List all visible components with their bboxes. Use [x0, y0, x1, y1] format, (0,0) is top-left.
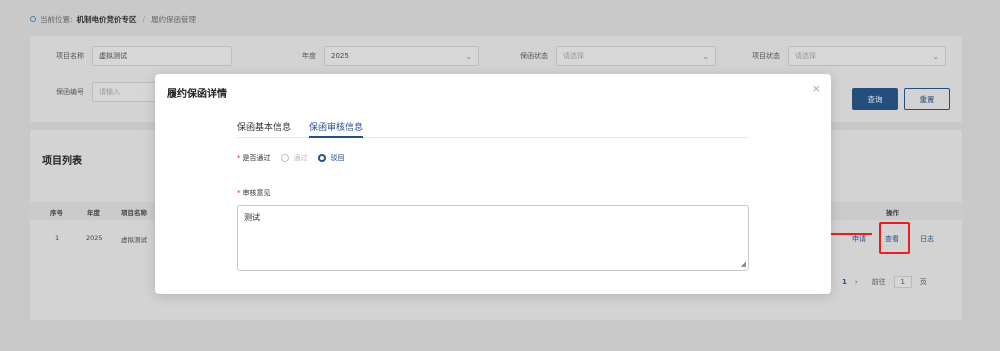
project-status-field: 项目状态 请选择 ⌄: [752, 46, 946, 66]
radio-reject[interactable]: 驳回: [317, 153, 345, 163]
row-name: 虚拟测试: [121, 236, 147, 244]
guarantee-no-placeholder: 请输入: [99, 88, 120, 96]
goto-label: 前往: [871, 278, 886, 286]
dialog-tabs: 保函基本信息 保函审核信息: [237, 120, 749, 138]
radio-reject-label: 驳回: [330, 154, 345, 162]
close-icon[interactable]: ×: [812, 82, 821, 95]
chevron-down-icon: ⌄: [932, 51, 939, 61]
guarantee-status-label: 保函状态: [520, 52, 548, 60]
opinion-label: 审核意见: [242, 189, 271, 197]
log-link[interactable]: 日志: [920, 234, 934, 244]
passed-label: 是否通过: [242, 154, 271, 162]
breadcrumb-page: 履约保函管理: [151, 14, 197, 24]
opinion-textarea[interactable]: 测试 ◢: [237, 205, 749, 271]
column-name: 项目名称: [121, 209, 147, 217]
breadcrumb-separator: /: [142, 14, 146, 24]
project-name-label: 项目名称: [56, 52, 84, 60]
row-year: 2025: [86, 234, 103, 242]
project-status-select[interactable]: 请选择 ⌄: [788, 46, 946, 66]
opinion-row: * 审核意见: [237, 188, 271, 198]
guarantee-status-select[interactable]: 请选择 ⌄: [556, 46, 716, 66]
radio-pass-circle: [280, 154, 289, 162]
project-name-field: 项目名称 虚拟测试: [56, 46, 232, 66]
page-unit: 页: [919, 278, 927, 286]
project-name-value: 虚拟测试: [99, 52, 127, 60]
year-value: 2025: [331, 52, 349, 60]
chevron-down-icon: ⌄: [465, 51, 472, 61]
row-no: 1: [55, 234, 60, 242]
guarantee-status-placeholder: 请选择: [563, 52, 584, 60]
resize-handle-icon[interactable]: ◢: [741, 261, 746, 268]
goto-input[interactable]: 1: [893, 276, 912, 288]
annotation-highlight-box: [879, 222, 910, 254]
required-asterisk: *: [237, 154, 241, 162]
year-label: 年度: [302, 52, 316, 60]
tab-review-info[interactable]: 保函审核信息: [309, 120, 364, 138]
required-asterisk: *: [237, 189, 241, 197]
breadcrumb-section[interactable]: 机制电价竞价专区: [77, 14, 137, 25]
page-current[interactable]: 1: [842, 278, 847, 286]
radio-pass[interactable]: 通过: [280, 153, 308, 163]
year-field: 年度 2025 ⌄: [302, 46, 479, 66]
guarantee-detail-dialog: 履约保函详情 × 保函基本信息 保函审核信息 * 是否通过 通过 驳回 * 审核…: [155, 74, 831, 294]
chevron-down-icon: ⌄: [702, 51, 709, 61]
project-name-input[interactable]: 虚拟测试: [92, 46, 232, 66]
page-next-icon[interactable]: ›: [855, 278, 858, 286]
breadcrumb-prefix: 当前位置:: [40, 14, 73, 24]
breadcrumb: 当前位置: 机制电价竞价专区 / 履约保函管理: [30, 12, 196, 26]
guarantee-no-label: 保函编号: [56, 88, 84, 96]
passed-row: * 是否通过 通过 驳回: [237, 153, 345, 163]
query-button[interactable]: 查询: [852, 88, 898, 110]
reset-button[interactable]: 重置: [904, 88, 950, 110]
list-title: 项目列表: [42, 156, 82, 167]
radio-pass-label: 通过: [293, 154, 308, 162]
opinion-text: 测试: [244, 213, 260, 222]
guarantee-status-field: 保函状态 请选择 ⌄: [520, 46, 716, 66]
year-select[interactable]: 2025 ⌄: [324, 46, 479, 66]
pagination: 1 › 前往 1 页: [842, 276, 927, 288]
column-ops: 操作: [886, 209, 899, 217]
column-no: 序号: [50, 209, 63, 217]
radio-reject-circle: [317, 154, 326, 162]
dialog-title: 履约保函详情: [167, 89, 227, 100]
project-status-placeholder: 请选择: [795, 52, 816, 60]
column-year: 年度: [87, 209, 100, 217]
location-icon: [30, 16, 36, 22]
project-status-label: 项目状态: [752, 52, 780, 60]
tab-basic-info[interactable]: 保函基本信息: [237, 120, 291, 138]
